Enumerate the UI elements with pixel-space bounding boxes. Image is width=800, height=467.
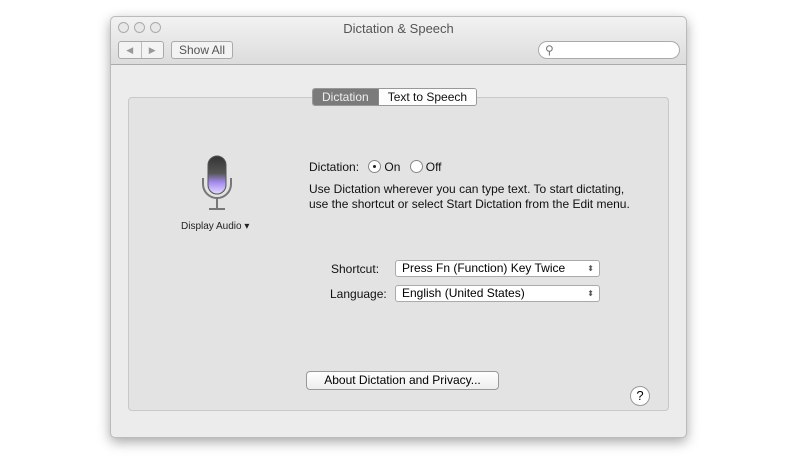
radio-on[interactable] — [368, 160, 382, 173]
dictation-label: Dictation: — [309, 160, 360, 174]
updown-icon: ⬍ — [587, 264, 594, 273]
shortcut-select[interactable]: Press Fn (Function) Key Twice ⬍ — [395, 260, 600, 277]
radio-off[interactable] — [409, 160, 423, 173]
dictation-toggle: Dictation: On Off — [309, 160, 442, 174]
tab-text-to-speech[interactable]: Text to Speech — [378, 89, 477, 105]
language-label: Language: — [330, 287, 387, 301]
radio-on-label[interactable]: On — [384, 160, 400, 174]
about-dictation-privacy-button[interactable]: About Dictation and Privacy... — [306, 371, 499, 390]
input-source-label: Display Audio — [181, 221, 242, 232]
title-bar: Dictation & Speech ◀ ▶ Show All ⚲ — [111, 17, 686, 65]
input-source-dropdown[interactable]: Display Audio ▾ — [181, 221, 249, 232]
tab-dictation[interactable]: Dictation — [313, 89, 379, 105]
tab-bar: Dictation Text to Speech — [312, 88, 478, 106]
updown-icon: ⬍ — [587, 289, 594, 298]
language-select[interactable]: English (United States) ⬍ — [395, 285, 600, 302]
show-all-button[interactable]: Show All — [171, 41, 233, 59]
search-icon: ⚲ — [545, 43, 554, 57]
shortcut-label: Shortcut: — [331, 262, 380, 276]
window-title: Dictation & Speech — [343, 21, 454, 36]
microphone-icon — [202, 155, 232, 210]
back-button[interactable]: ◀ — [119, 42, 142, 58]
radio-off-label[interactable]: Off — [426, 160, 442, 174]
help-button[interactable]: ? — [630, 386, 650, 406]
dictation-description: Use Dictation wherever you can type text… — [309, 182, 630, 211]
language-value: English (United States) — [402, 286, 525, 300]
forward-button[interactable]: ▶ — [142, 42, 164, 58]
dropdown-arrow-icon: ▾ — [244, 221, 250, 232]
preferences-window: Dictation & Speech ◀ ▶ Show All ⚲ Dictat… — [110, 16, 687, 438]
shortcut-value: Press Fn (Function) Key Twice — [402, 261, 566, 275]
tab-panel — [128, 97, 669, 411]
nav-buttons: ◀ ▶ — [118, 41, 164, 59]
search-input[interactable]: ⚲ — [538, 41, 680, 59]
